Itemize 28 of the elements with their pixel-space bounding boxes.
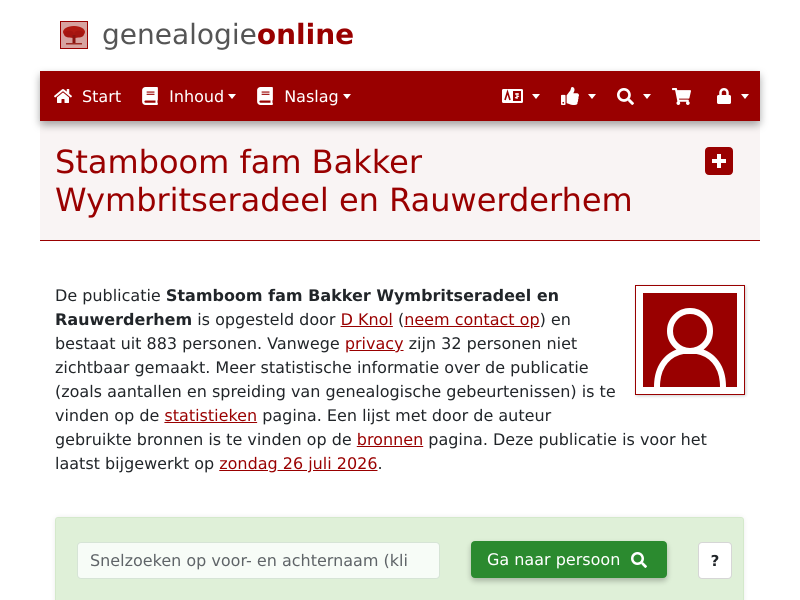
go-to-person-button[interactable]: Ga naar persoon bbox=[471, 541, 667, 578]
nav-menu-link[interactable]: Inhoud bbox=[141, 76, 236, 116]
nav-link[interactable]: Start bbox=[54, 76, 122, 116]
search-icon bbox=[617, 88, 634, 104]
lock-icon bbox=[716, 88, 732, 104]
thumbs-up-icon bbox=[561, 87, 579, 105]
search-field[interactable]: Snelzoeken op voor- en achternaam (kli bbox=[77, 542, 440, 579]
user-silhouette-icon bbox=[643, 293, 737, 387]
nav-menu-link[interactable]: Naslag bbox=[256, 76, 351, 116]
plus-icon bbox=[712, 154, 726, 168]
text-link[interactable]: bronnen bbox=[356, 430, 424, 449]
add-button[interactable] bbox=[705, 147, 733, 175]
text-link[interactable]: zondag 26 juli 2026 bbox=[219, 454, 378, 473]
book-icon bbox=[256, 87, 274, 105]
text-link[interactable]: statistieken bbox=[164, 406, 258, 425]
publication-description: De publicatie Stamboom fam Bakker Wymbritseradeel en Rauwerderhem is opgesteld door D Knol (neem contact op) en bestaat uit 883 personen. Vanwege privacy zijn 32 personen niet zichtbaar gemaakt. Meer statistische informatie over de publicatie (zoals aantallen en spreiding van genealogische gebeurtenissen) is te vinden op de statistieken pagina. Een lijst met door de auteur gebruikte bronnen is te vinden op de bronnen pagina. Deze publicatie is voor het laatst bijgewerkt op zondag 26 juli 2026. bbox=[55, 284, 745, 476]
site-logo-text[interactable]: genealogieonline bbox=[102, 18, 354, 52]
help-button[interactable]: ? bbox=[698, 542, 732, 579]
tree-logo-icon bbox=[60, 21, 88, 49]
page-title: Stamboom fam Bakker Wymbritseradeel en Rauwerderhem bbox=[55, 143, 634, 219]
home-icon bbox=[54, 87, 72, 105]
text-link[interactable]: privacy bbox=[344, 334, 404, 353]
text-link[interactable]: neem contact op bbox=[404, 310, 540, 329]
text-link[interactable]: D Knol bbox=[340, 310, 393, 329]
search-icon bbox=[631, 552, 648, 568]
cart-icon bbox=[672, 86, 691, 106]
translate-icon bbox=[502, 89, 523, 103]
book-icon bbox=[141, 87, 160, 105]
